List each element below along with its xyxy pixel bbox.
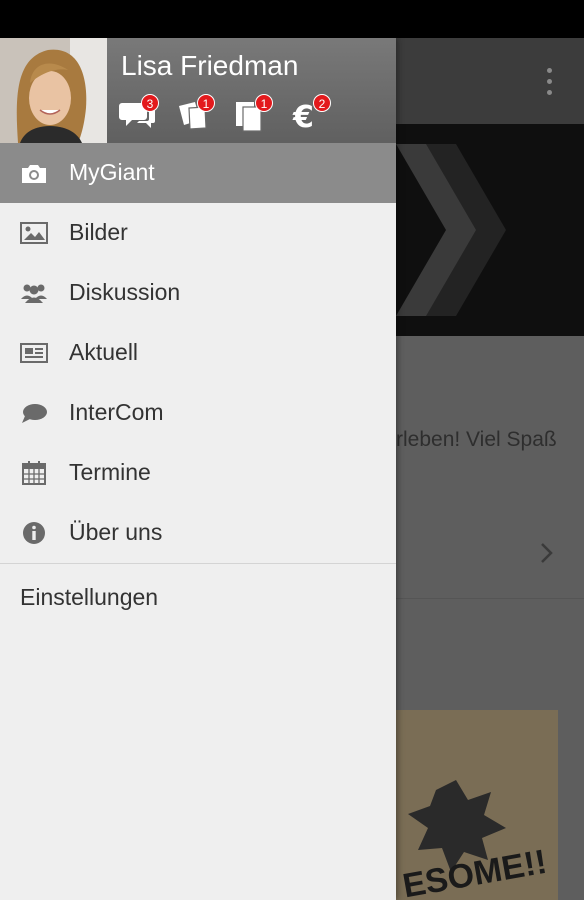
- speech-bubble-icon: [22, 404, 47, 423]
- documents-badge: 1: [255, 94, 273, 112]
- messages-notification[interactable]: 3: [119, 92, 163, 138]
- menu-item-aktuell[interactable]: Aktuell: [0, 323, 396, 383]
- menu-item-label: Termine: [69, 459, 151, 485]
- drawer-menu: MyGiant Bilder Diskussion Aktuell InterC…: [0, 143, 396, 634]
- drawer-header: Lisa Friedman 3 1 1 € 2: [0, 38, 396, 143]
- menu-item-diskussion[interactable]: Diskussion: [0, 263, 396, 323]
- settings-label: Einstellungen: [20, 584, 159, 610]
- background-divider: [396, 598, 584, 599]
- menu-item-label: InterCom: [69, 399, 164, 425]
- user-name: Lisa Friedman: [121, 50, 299, 81]
- background-text: rleben! Viel Spaß: [396, 428, 557, 451]
- camera-icon: [22, 165, 46, 183]
- menu-item-mygiant[interactable]: MyGiant: [0, 143, 396, 203]
- menu-item-label: MyGiant: [69, 159, 155, 185]
- menu-item-label: Über uns: [69, 519, 163, 545]
- avatar[interactable]: [0, 38, 107, 143]
- overflow-menu-icon[interactable]: [541, 68, 559, 98]
- messages-badge: 3: [141, 94, 159, 112]
- background-image: ESOME!!: [396, 710, 558, 900]
- info-icon: [23, 522, 45, 544]
- payments-notification[interactable]: € 2: [291, 92, 335, 138]
- tickets-badge: 1: [197, 94, 215, 112]
- menu-item-label: Diskussion: [69, 279, 181, 305]
- status-bar: [0, 0, 584, 38]
- menu-item-label: Bilder: [69, 219, 128, 245]
- menu-item-einstellungen[interactable]: Einstellungen: [0, 564, 396, 634]
- tickets-notification[interactable]: 1: [175, 92, 219, 138]
- menu-item-intercom[interactable]: InterCom: [0, 383, 396, 443]
- group-icon: [21, 284, 47, 303]
- documents-notification[interactable]: 1: [233, 92, 277, 138]
- menu-item-label: Aktuell: [69, 339, 139, 365]
- navigation-drawer: Lisa Friedman 3 1 1 € 2 MyGiant Bilder D…: [0, 38, 396, 900]
- menu-item-bilder[interactable]: Bilder: [0, 203, 396, 263]
- image-icon: [20, 222, 48, 244]
- menu-item-termine[interactable]: Termine: [0, 443, 396, 503]
- calendar-icon: [22, 461, 46, 485]
- menu-item-ueber-uns[interactable]: Über uns: [0, 503, 396, 563]
- chevron-graphic: [396, 144, 506, 316]
- notification-icons: 3 1 1 € 2: [119, 92, 389, 138]
- chevron-right-icon[interactable]: [536, 538, 558, 568]
- svg-text:€: €: [292, 100, 314, 132]
- payments-badge: 2: [313, 94, 331, 112]
- newspaper-icon: [20, 343, 48, 363]
